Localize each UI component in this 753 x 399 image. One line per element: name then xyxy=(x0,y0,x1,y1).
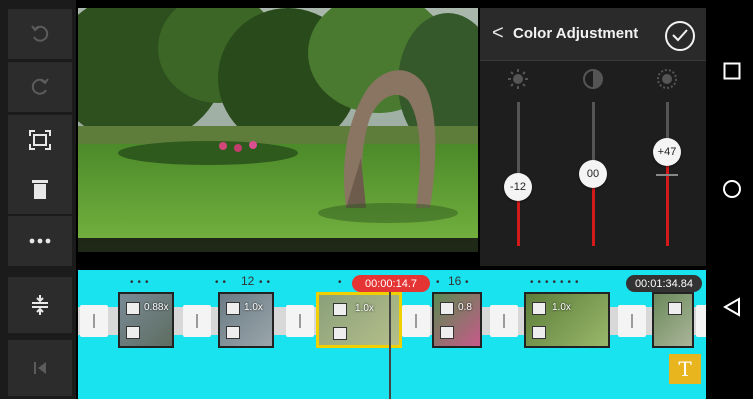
skip-to-start-icon xyxy=(34,362,46,374)
clip-frame-icon xyxy=(226,302,240,315)
clip-5[interactable]: 1.0x xyxy=(524,292,610,348)
back-button[interactable]: < xyxy=(492,23,504,43)
mute-icon xyxy=(333,327,347,340)
panel-header: < Color Adjustment xyxy=(480,8,706,61)
video-preview[interactable] xyxy=(78,8,478,252)
timeline-left-controls xyxy=(0,270,76,399)
clip-frame-icon xyxy=(333,303,347,316)
saturation-fill xyxy=(666,154,669,246)
mute-icon xyxy=(126,326,140,339)
timeline-dots: • xyxy=(338,277,346,288)
android-nav-bar xyxy=(706,0,753,399)
clip-frame-icon xyxy=(532,302,546,315)
saturation-zero-tick xyxy=(656,174,678,176)
clip-4[interactable]: 0.8 xyxy=(432,292,482,348)
current-time-badge: 00:00:14.7 xyxy=(352,275,430,292)
timeline-dots: • xyxy=(465,277,473,288)
clip-6[interactable] xyxy=(652,292,694,348)
time-marker: 12 xyxy=(241,274,255,288)
mute-icon xyxy=(532,326,546,339)
redo-button[interactable] xyxy=(8,62,72,112)
timeline-dots: ••• xyxy=(130,277,153,288)
transition-button[interactable] xyxy=(286,305,314,337)
timeline-dots: •• xyxy=(215,277,231,288)
color-adjustment-panel: < Color Adjustment -12 00 +47 xyxy=(480,8,706,266)
clip-speed: 1.0x xyxy=(552,302,571,313)
timeline[interactable]: ••• •• 12 •• • • 16 • ••••••• 0.88x 1.0x… xyxy=(78,270,706,399)
transition-button[interactable] xyxy=(696,305,706,337)
more-button[interactable] xyxy=(8,216,72,266)
clip-2[interactable]: 1.0x xyxy=(218,292,274,348)
brightness-knob[interactable]: -12 xyxy=(504,173,532,201)
panel-title: Color Adjustment xyxy=(513,25,639,42)
timeline-dots: • xyxy=(436,277,444,288)
brightness-icon xyxy=(508,69,528,89)
mute-icon xyxy=(440,326,454,339)
undo-button[interactable] xyxy=(8,9,72,59)
transition-button[interactable] xyxy=(490,305,518,337)
recents-icon[interactable] xyxy=(723,62,741,80)
clip-frame-icon xyxy=(440,302,454,315)
contrast-knob[interactable]: 00 xyxy=(579,160,607,188)
saturation-icon xyxy=(657,69,677,89)
undo-icon xyxy=(31,25,49,42)
text-layer-icon[interactable]: T xyxy=(669,354,701,384)
time-marker: 16 xyxy=(448,274,462,288)
transition-button[interactable] xyxy=(618,305,646,337)
check-icon xyxy=(672,29,688,42)
clip-speed: 1.0x xyxy=(355,303,374,314)
mute-icon xyxy=(226,326,240,339)
trash-icon xyxy=(32,180,48,199)
transition-button[interactable] xyxy=(402,305,430,337)
saturation-knob[interactable]: +47 xyxy=(653,138,681,166)
confirm-button[interactable] xyxy=(665,21,695,51)
adjust-tracks-icon xyxy=(32,295,48,315)
clip-1[interactable]: 0.88x xyxy=(118,292,174,348)
total-time-badge: 00:01:34.84 xyxy=(626,275,702,292)
clip-frame-icon xyxy=(126,302,140,315)
back-nav-icon[interactable] xyxy=(723,297,741,317)
clip-speed: 0.8 xyxy=(458,302,472,313)
crop-frame-icon xyxy=(29,130,51,150)
crop-button[interactable] xyxy=(8,115,72,165)
playhead[interactable] xyxy=(389,290,391,399)
timeline-dots: •• xyxy=(259,277,275,288)
more-horizontal-icon xyxy=(29,238,51,244)
clip-speed: 1.0x xyxy=(244,302,263,313)
clip-frame-icon xyxy=(668,302,682,315)
transition-button[interactable] xyxy=(183,305,211,337)
park-scene-image xyxy=(78,8,478,252)
delete-button[interactable] xyxy=(8,164,72,214)
clip-speed: 0.88x xyxy=(144,302,169,313)
skip-to-start-button[interactable] xyxy=(8,340,72,396)
contrast-icon xyxy=(583,69,603,89)
timeline-dots: ••••••• xyxy=(530,277,583,288)
home-icon[interactable] xyxy=(722,179,742,199)
adjust-tracks-button[interactable] xyxy=(8,277,72,333)
transition-button[interactable] xyxy=(80,305,108,337)
redo-icon xyxy=(31,78,49,95)
